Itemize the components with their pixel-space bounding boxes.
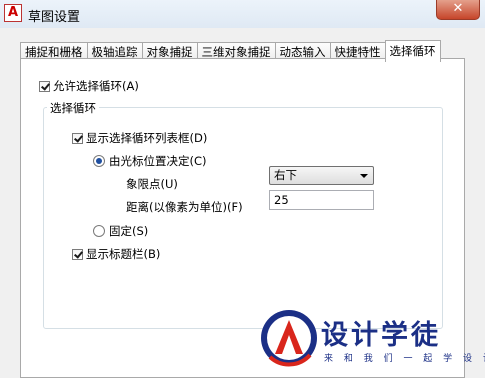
quadrant-label: 象限点(U) xyxy=(126,177,178,191)
chevron-down-icon xyxy=(360,174,368,178)
allow-selection-cycling-checkbox[interactable]: 允许选择循环(A) xyxy=(39,78,139,94)
title-bar: A 草图设置 ✕ xyxy=(0,0,485,29)
watermark-subtitle: 来 和 我 们 一 起 学 设 计 xyxy=(324,354,485,364)
quadrant-select[interactable]: 右下 xyxy=(269,166,374,185)
fixed-radio[interactable]: 固定(S) xyxy=(93,223,148,239)
checkbox-checked-icon xyxy=(39,81,50,92)
group-title: 选择循环 xyxy=(47,100,99,116)
close-button[interactable]: ✕ xyxy=(436,0,480,20)
checkbox-checked-icon xyxy=(72,133,83,144)
dialog-body: 捕捉和栅格 极轴追踪 对象捕捉 三维对象捕捉 动态输入 快捷特性 选择循环 允许选择循环(A… xyxy=(0,28,485,378)
show-title-bar-label: 显示标题栏(B) xyxy=(86,247,161,261)
checkbox-checked-icon xyxy=(72,249,83,260)
radio-selected-icon xyxy=(93,155,105,167)
design-apprentice-logo-icon xyxy=(261,310,317,367)
tab-strip: 捕捉和栅格 极轴追踪 对象捕捉 三维对象捕捉 动态输入 快捷特性 选择循环 xyxy=(20,39,441,62)
watermark: 设计学徒 来 和 我 们 一 起 学 设 计 xyxy=(258,305,485,371)
radio-unselected-icon xyxy=(93,225,105,237)
quadrant-select-value: 右下 xyxy=(274,168,297,182)
allow-selection-cycling-label: 允许选择循环(A) xyxy=(53,79,139,93)
distance-label: 距离(以像素为单位)(F) xyxy=(126,200,243,214)
cursor-position-radio[interactable]: 由光标位置决定(C) xyxy=(93,153,207,169)
tab-selection-cycling[interactable]: 选择循环 xyxy=(384,40,441,62)
show-title-bar-checkbox[interactable]: 显示标题栏(B) xyxy=(72,246,160,262)
distance-input[interactable]: 25 xyxy=(269,190,374,210)
autocad-app-icon: A xyxy=(4,4,22,22)
watermark-title: 设计学徒 xyxy=(321,320,441,351)
show-list-box-label: 显示选择循环列表框(D) xyxy=(86,131,208,145)
fixed-label: 固定(S) xyxy=(109,224,149,238)
cursor-position-label: 由光标位置决定(C) xyxy=(109,154,207,168)
show-list-box-checkbox[interactable]: 显示选择循环列表框(D) xyxy=(72,130,207,146)
window-title: 草图设置 xyxy=(28,10,81,25)
